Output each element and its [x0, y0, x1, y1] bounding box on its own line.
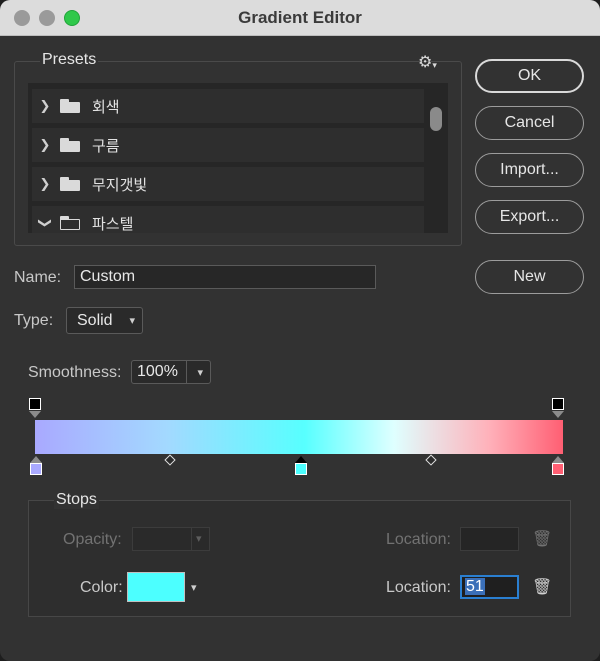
opacity-label: Opacity: [63, 531, 122, 548]
smoothness-select[interactable]: 100% ▾ [131, 360, 211, 384]
folder-icon [60, 138, 80, 152]
presets-title: Presets [40, 51, 99, 69]
chevron-down-icon[interactable]: ▾ [191, 581, 197, 594]
preset-folder-row[interactable]: ❯ 회색 [32, 89, 424, 123]
presets-list[interactable]: ❯ 회색 ❯ 구름 ❯ 무지갯빛 ❯ 파스텔 [28, 83, 448, 233]
name-label: Name: [14, 269, 62, 286]
title-bar: Gradient Editor [0, 0, 600, 36]
color-stop-pointer-selected[interactable] [295, 456, 307, 463]
color-label: Color: [80, 579, 123, 596]
folder-icon [60, 177, 80, 191]
preset-folder-label: 무지갯빛 [92, 176, 148, 194]
export-button[interactable]: Export... [475, 200, 584, 234]
color-location-label: Location: [386, 579, 451, 596]
color-stop-selected[interactable] [295, 463, 307, 475]
midpoint-diamond[interactable] [164, 454, 176, 466]
color-swatch[interactable] [127, 572, 185, 602]
chevron-down-icon[interactable]: ▾ [197, 366, 203, 379]
opacity-stop-pointer[interactable] [29, 411, 41, 418]
folder-icon [60, 99, 80, 113]
chevron-down-icon: ▾ [196, 533, 202, 545]
color-location-value: 51 [465, 578, 485, 595]
gear-icon[interactable]: ⚙▾ [418, 52, 437, 72]
cancel-button[interactable]: Cancel [475, 106, 584, 140]
chevron-right-icon[interactable]: ❯ [34, 137, 56, 153]
chevron-right-icon[interactable]: ❯ [34, 98, 56, 114]
opacity-stop[interactable] [29, 398, 41, 410]
window-title: Gradient Editor [238, 8, 362, 27]
opacity-stop-pointer[interactable] [552, 411, 564, 418]
gradient-preview-bar[interactable] [35, 420, 563, 454]
color-stop[interactable] [552, 463, 564, 475]
opacity-select: ▾ [132, 527, 210, 551]
gradient-editor-window: Gradient Editor Presets ⚙▾ ❯ 회색 ❯ 구름 ❯ 무… [0, 0, 600, 661]
ok-button[interactable]: OK [475, 59, 584, 93]
open-folder-icon [60, 216, 80, 230]
chevron-right-icon[interactable]: ❯ [34, 176, 56, 192]
trash-icon[interactable]: 🗑 [532, 577, 552, 597]
color-stop-pointer[interactable] [30, 456, 42, 463]
chevron-down-icon[interactable]: ❯ [37, 212, 53, 233]
preset-folder-row[interactable]: ❯ 파스텔 [32, 206, 424, 233]
color-stop[interactable] [30, 463, 42, 475]
smoothness-label: Smoothness: [28, 364, 122, 381]
preset-folder-row[interactable]: ❯ 무지갯빛 [32, 167, 424, 201]
preset-folder-label: 회색 [92, 98, 120, 116]
type-select[interactable]: Solid ▾ [66, 307, 143, 334]
opacity-location-label: Location: [386, 531, 451, 548]
stops-title: Stops [54, 491, 99, 509]
color-location-input[interactable]: 51 [460, 575, 519, 599]
trash-icon: 🗑 [532, 531, 553, 548]
chevron-down-icon: ▾ [129, 315, 135, 327]
preset-folder-row[interactable]: ❯ 구름 [32, 128, 424, 162]
opacity-location-input [460, 527, 519, 551]
preset-folder-label: 파스텔 [92, 215, 134, 233]
new-button[interactable]: New [475, 260, 584, 294]
type-select-value: Solid [77, 311, 113, 329]
presets-scrollbar[interactable] [430, 107, 442, 131]
import-button[interactable]: Import... [475, 153, 584, 187]
stops-group [28, 500, 571, 617]
name-input[interactable]: Custom [74, 265, 376, 289]
opacity-stop[interactable] [552, 398, 564, 410]
color-stop-pointer[interactable] [552, 456, 564, 463]
type-label: Type: [14, 312, 54, 329]
midpoint-diamond[interactable] [425, 454, 437, 466]
smoothness-value[interactable]: 100% [132, 363, 178, 381]
preset-folder-label: 구름 [92, 137, 120, 155]
